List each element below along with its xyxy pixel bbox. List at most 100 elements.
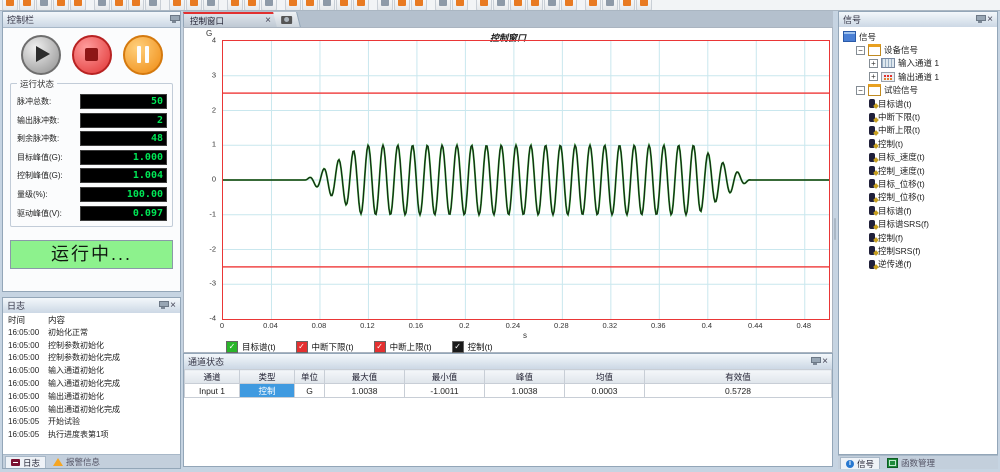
tree-item[interactable]: 控制SRS(f) bbox=[839, 244, 997, 257]
pause-button[interactable] bbox=[123, 35, 163, 75]
log-row[interactable]: 16:05:00输出通道初始化完成 bbox=[3, 403, 180, 416]
toolbar-button[interactable] bbox=[353, 0, 369, 11]
toolbar-button[interactable] bbox=[244, 0, 260, 11]
tree-item[interactable]: 逆传递(f) bbox=[839, 258, 997, 271]
toolbar-button[interactable] bbox=[169, 0, 185, 11]
status-field-value: 100.00 bbox=[80, 187, 167, 202]
plot-area[interactable] bbox=[222, 40, 830, 320]
tree-item[interactable]: 目标_位移(t) bbox=[839, 177, 997, 190]
toolbar-button[interactable] bbox=[435, 0, 451, 11]
toolbar-button[interactable] bbox=[394, 0, 410, 11]
toolbar-button[interactable] bbox=[452, 0, 468, 11]
tree-item[interactable]: 目标_速度(t) bbox=[839, 151, 997, 164]
tree-item-label: 逆传递(f) bbox=[878, 258, 912, 270]
expand-icon[interactable]: + bbox=[869, 72, 878, 81]
log-row[interactable]: 16:05:00控制参数初始化完成 bbox=[3, 352, 180, 365]
close-icon[interactable]: × bbox=[822, 357, 828, 366]
tree-item-label: 控制_速度(t) bbox=[878, 165, 925, 177]
tree-item[interactable]: 控制_位移(t) bbox=[839, 191, 997, 204]
play-button[interactable] bbox=[21, 35, 61, 75]
toolbar-button[interactable] bbox=[203, 0, 219, 11]
toolbar-button[interactable] bbox=[527, 0, 543, 11]
tree-item[interactable]: 中断上限(t) bbox=[839, 124, 997, 137]
channel-table: 通道类型单位最大值最小值峰值均值有效值 Input 1控制G1.0038-1.0… bbox=[184, 369, 832, 398]
toolbar-button[interactable] bbox=[636, 0, 652, 11]
toolbar-button[interactable] bbox=[411, 0, 427, 11]
toolbar-button[interactable] bbox=[602, 0, 618, 11]
pin-icon[interactable] bbox=[813, 358, 817, 365]
toolbar-button[interactable] bbox=[585, 0, 601, 11]
legend-checkbox[interactable]: ✓ bbox=[226, 341, 238, 353]
toolbar-button[interactable] bbox=[476, 0, 492, 11]
legend-item: ✓控制(t) bbox=[452, 341, 493, 353]
log-row[interactable]: 16:05:05执行进度表第1项 bbox=[3, 428, 180, 441]
log-row[interactable]: 16:05:00控制参数初始化 bbox=[3, 339, 180, 352]
toolbar-icon bbox=[306, 0, 314, 6]
toolbar-button[interactable] bbox=[186, 0, 202, 11]
toolbar-button[interactable] bbox=[285, 0, 301, 11]
dock-tab-日志[interactable]: 日志 bbox=[5, 456, 46, 468]
toolbar-button[interactable] bbox=[561, 0, 577, 11]
tree-item[interactable]: 信号 bbox=[839, 30, 997, 43]
tree-item[interactable]: 控制_速度(t) bbox=[839, 164, 997, 177]
toolbar-button[interactable] bbox=[70, 0, 86, 11]
tree-item[interactable]: −试验信号 bbox=[839, 84, 997, 97]
toolbar-button[interactable] bbox=[493, 0, 509, 11]
stop-button[interactable] bbox=[72, 35, 112, 75]
toolbar-button[interactable] bbox=[261, 0, 277, 11]
close-icon[interactable]: × bbox=[170, 301, 176, 310]
collapse-icon[interactable]: − bbox=[856, 86, 865, 95]
tab-control-window[interactable]: 控制窗口 × bbox=[183, 12, 278, 27]
log-row[interactable]: 16:05:05开始试验 bbox=[3, 416, 180, 429]
tab-close-icon[interactable]: × bbox=[265, 16, 271, 25]
legend-checkbox[interactable]: ✓ bbox=[296, 341, 308, 353]
legend-checkbox[interactable]: ✓ bbox=[374, 341, 386, 353]
channel-row[interactable]: Input 1控制G1.0038-1.00111.00380.00030.572… bbox=[185, 384, 832, 398]
dock-tab-信号[interactable]: i信号 bbox=[840, 457, 880, 469]
log-row[interactable]: 16:05:00输出通道初始化 bbox=[3, 390, 180, 403]
toolbar-button[interactable] bbox=[227, 0, 243, 11]
pin-icon[interactable] bbox=[172, 16, 176, 23]
dock-tab-函数管理[interactable]: 函数管理 bbox=[882, 457, 940, 469]
legend-checkbox[interactable]: ✓ bbox=[452, 341, 464, 353]
log-row[interactable]: 16:05:00输入通道初始化 bbox=[3, 364, 180, 377]
toolbar-button[interactable] bbox=[377, 0, 393, 11]
toolbar-button[interactable] bbox=[53, 0, 69, 11]
toolbar-button[interactable] bbox=[19, 0, 35, 11]
toolbar-icon bbox=[340, 0, 348, 6]
toolbar-button[interactable] bbox=[619, 0, 635, 11]
tree-item[interactable]: −设备信号 bbox=[839, 43, 997, 56]
tree-item[interactable]: 中断下限(t) bbox=[839, 110, 997, 123]
control-panel-titlebar: 控制栏 bbox=[3, 12, 180, 28]
log-row[interactable]: 16:05:00初始化正常 bbox=[3, 326, 180, 339]
tree-item[interactable]: 控制(f) bbox=[839, 231, 997, 244]
close-icon[interactable]: × bbox=[987, 15, 993, 24]
collapse-icon[interactable]: − bbox=[856, 46, 865, 55]
toolbar-button[interactable] bbox=[145, 0, 161, 11]
channel-col-header: 最小值 bbox=[405, 370, 485, 384]
tree-item[interactable]: 控制(t) bbox=[839, 137, 997, 150]
expand-icon[interactable]: + bbox=[869, 59, 878, 68]
pin-icon[interactable] bbox=[161, 302, 165, 309]
toolbar-button[interactable] bbox=[36, 0, 52, 11]
tree-item[interactable]: +输出通道 1 bbox=[839, 70, 997, 83]
pin-icon[interactable] bbox=[978, 16, 982, 23]
toolbar-button[interactable] bbox=[544, 0, 560, 11]
tab-snapshot[interactable] bbox=[273, 12, 301, 27]
log-row[interactable]: 16:05:00输入通道初始化完成 bbox=[3, 377, 180, 390]
tree-item[interactable]: 目标谱SRS(f) bbox=[839, 217, 997, 230]
toolbar-button[interactable] bbox=[128, 0, 144, 11]
tree-item-label: 目标谱SRS(f) bbox=[878, 218, 929, 230]
tree-item[interactable]: 目标谱(f) bbox=[839, 204, 997, 217]
dock-tab-报警信息[interactable]: 报警信息 bbox=[48, 456, 105, 468]
log-list[interactable]: 时间内容16:05:00初始化正常16:05:00控制参数初始化16:05:00… bbox=[3, 313, 180, 454]
toolbar-button[interactable] bbox=[336, 0, 352, 11]
tree-item[interactable]: +输入通道 1 bbox=[839, 57, 997, 70]
toolbar-button[interactable] bbox=[111, 0, 127, 11]
toolbar-button[interactable] bbox=[510, 0, 526, 11]
toolbar-button[interactable] bbox=[302, 0, 318, 11]
toolbar-button[interactable] bbox=[319, 0, 335, 11]
tree-item[interactable]: 目标谱(t) bbox=[839, 97, 997, 110]
toolbar-button[interactable] bbox=[94, 0, 110, 11]
toolbar-button[interactable] bbox=[2, 0, 18, 11]
